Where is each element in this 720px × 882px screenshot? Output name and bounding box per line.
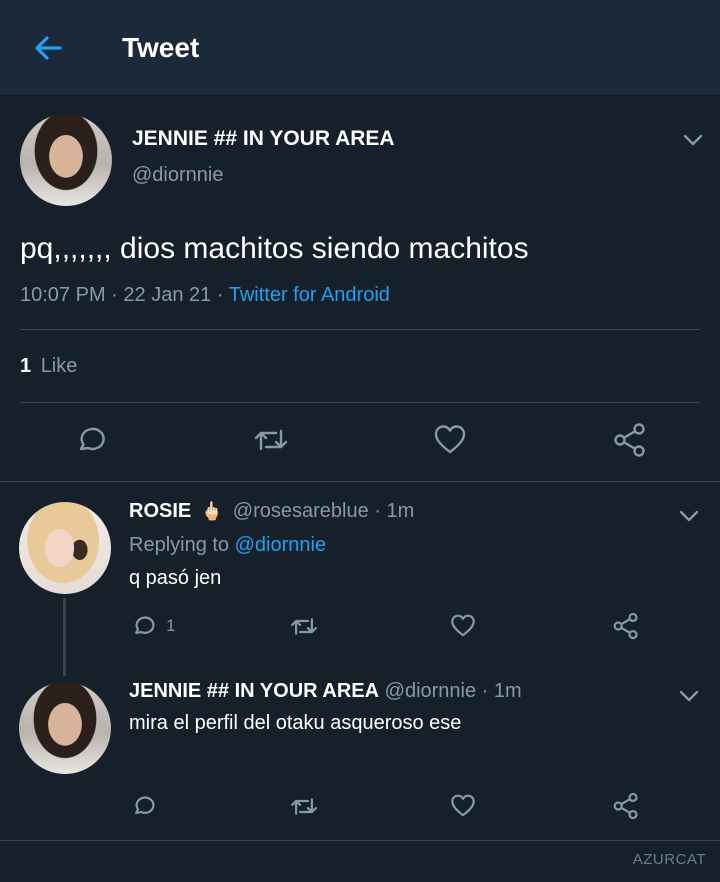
tweet-text: pq,,,,,,, dios machitos siendo machitos — [20, 232, 529, 265]
divider — [20, 329, 700, 330]
heart-icon — [451, 614, 475, 637]
likes-count: 1 — [20, 355, 32, 377]
emoji: 🖕🏻 — [200, 501, 224, 521]
replying-label: Replying to — [129, 534, 230, 556]
retweet-button[interactable] — [289, 613, 319, 640]
chevron-down-icon[interactable] — [677, 504, 701, 528]
heart-icon — [451, 794, 475, 817]
reply-header: JENNIE ## IN YOUR AREA @diornnie · 1m — [129, 680, 522, 703]
retweet-icon — [291, 798, 317, 815]
reply-text: q pasó jen — [129, 567, 222, 589]
meta-separator: · — [481, 680, 489, 702]
chevron-down-icon[interactable] — [681, 128, 705, 152]
reply-icon — [135, 616, 155, 634]
meta-separator: · — [111, 284, 118, 306]
meta-separator: · — [216, 284, 224, 306]
divider — [0, 840, 720, 841]
divider — [20, 402, 700, 403]
tweet-source-link[interactable]: Twitter for Android — [229, 284, 390, 306]
author-name[interactable]: JENNIE ## IN YOUR AREA — [129, 680, 379, 702]
retweet-icon — [254, 429, 288, 451]
thread-connector — [63, 598, 66, 676]
chevron-down-icon[interactable] — [677, 684, 701, 708]
reply-button[interactable] — [130, 793, 156, 819]
author-name[interactable]: JENNIE ## IN YOUR AREA — [132, 127, 395, 151]
share-icon — [614, 423, 645, 457]
reply-header: ROSIE 🖕🏻 @rosesareblue · 1m — [129, 500, 414, 523]
top-bar: Tweet — [0, 0, 720, 95]
likes-stat[interactable]: 1 Like — [20, 355, 77, 378]
author-handle[interactable]: @rosesareblue — [233, 500, 369, 522]
arrow-left-icon — [35, 36, 62, 60]
avatar[interactable] — [19, 682, 111, 774]
like-button[interactable] — [450, 613, 476, 639]
reply-text: mira el perfil del otaku asqueroso ese — [129, 712, 462, 734]
share-icon — [613, 792, 638, 820]
author-handle[interactable]: @diornnie — [385, 680, 476, 702]
share-button[interactable] — [612, 422, 648, 458]
like-button[interactable] — [450, 793, 476, 819]
share-icon — [613, 612, 638, 640]
author-handle[interactable]: @diornnie — [132, 164, 223, 187]
likes-label: Like — [40, 355, 78, 377]
reply-button[interactable]: 1 — [130, 613, 175, 639]
retweet-button[interactable] — [289, 793, 319, 820]
author-name[interactable]: ROSIE — [129, 500, 191, 522]
retweet-icon — [291, 618, 317, 635]
replying-to: Replying to @diornnie — [129, 534, 326, 557]
watermark: AZURCAT — [632, 851, 706, 868]
reply-age: 1m — [493, 680, 522, 702]
share-button[interactable] — [612, 792, 640, 820]
page-title: Tweet — [122, 32, 200, 63]
reply-count: 1 — [166, 616, 176, 635]
heart-icon — [434, 425, 466, 454]
reply-button[interactable] — [73, 423, 107, 457]
reply-icon — [79, 427, 105, 451]
like-button[interactable] — [433, 423, 467, 457]
tweet-date: 22 Jan 21 — [123, 284, 212, 306]
avatar[interactable] — [20, 114, 112, 206]
retweet-button[interactable] — [252, 423, 290, 457]
tweet-time: 10:07 PM — [20, 284, 106, 306]
meta-separator: · — [374, 500, 381, 522]
reply-age: 1m — [386, 500, 415, 522]
back-button[interactable] — [28, 30, 68, 66]
avatar[interactable] — [19, 502, 111, 594]
replying-handle-link[interactable]: @diornnie — [235, 534, 326, 556]
share-button[interactable] — [612, 612, 640, 640]
divider — [0, 481, 720, 482]
reply-icon — [135, 796, 155, 814]
tweet-meta: 10:07 PM · 22 Jan 21 · Twitter for Andro… — [20, 284, 390, 307]
